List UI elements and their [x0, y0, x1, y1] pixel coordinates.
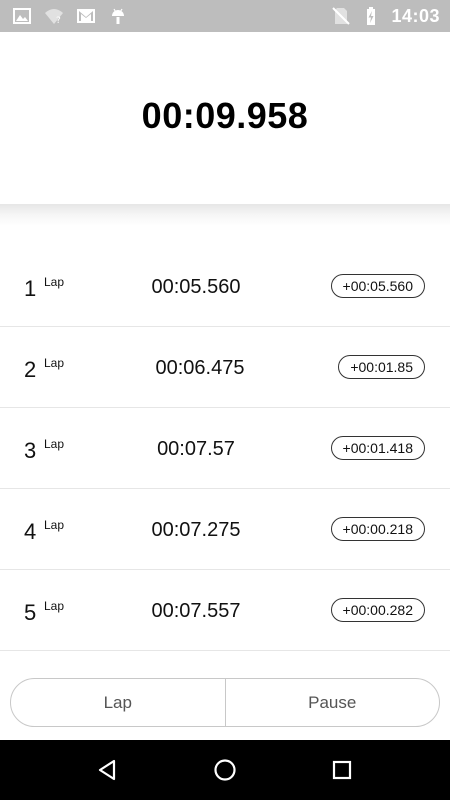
recents-icon[interactable] — [318, 746, 366, 794]
back-icon[interactable] — [84, 746, 132, 794]
lap-row: 1 Lap 00:05.560 +00:05.560 — [0, 246, 450, 327]
elapsed-time-display: 00:09.958 — [141, 95, 309, 136]
lap-split-badge: +00:01.418 — [330, 436, 425, 460]
timer-divider-shadow — [0, 204, 450, 226]
gmail-icon — [76, 6, 96, 26]
status-time: 14:03 — [391, 5, 440, 26]
timer-panel: 00:09.958 — [0, 32, 450, 204]
android-icon — [108, 6, 128, 26]
lap-split-badge: +00:00.282 — [330, 598, 425, 622]
lap-row: 5 Lap 00:07.557 +00:00.282 — [0, 570, 450, 651]
lap-split-badge: +00:01.85 — [338, 355, 425, 379]
battery-charging-icon — [361, 6, 381, 26]
image-icon — [12, 6, 32, 26]
lap-split-badge: +00:00.218 — [330, 517, 425, 541]
pause-button[interactable]: Pause — [226, 679, 440, 726]
lap-split-badge: +00:05.560 — [330, 274, 425, 298]
status-bar: ? 14:03 — [0, 0, 450, 32]
lap-button[interactable]: Lap — [11, 679, 225, 726]
system-icons: 14:03 — [331, 6, 450, 27]
lap-row: 2 Lap 00:06.475 +00:01.85 — [0, 327, 450, 408]
control-bar: Lap Pause — [10, 678, 440, 727]
lap-row: 4 Lap 00:07.275 +00:00.218 — [0, 489, 450, 570]
lap-row: 3 Lap 00:07.57 +00:01.418 — [0, 408, 450, 489]
lap-list[interactable]: 1 Lap 00:05.560 +00:05.560 2 Lap 00:06.4… — [0, 246, 450, 651]
notification-icons: ? — [0, 6, 128, 26]
no-sim-icon — [331, 6, 351, 26]
navigation-bar — [0, 740, 450, 800]
home-icon[interactable] — [201, 746, 249, 794]
wifi-question-icon: ? — [44, 6, 64, 26]
svg-text:?: ? — [56, 16, 61, 26]
